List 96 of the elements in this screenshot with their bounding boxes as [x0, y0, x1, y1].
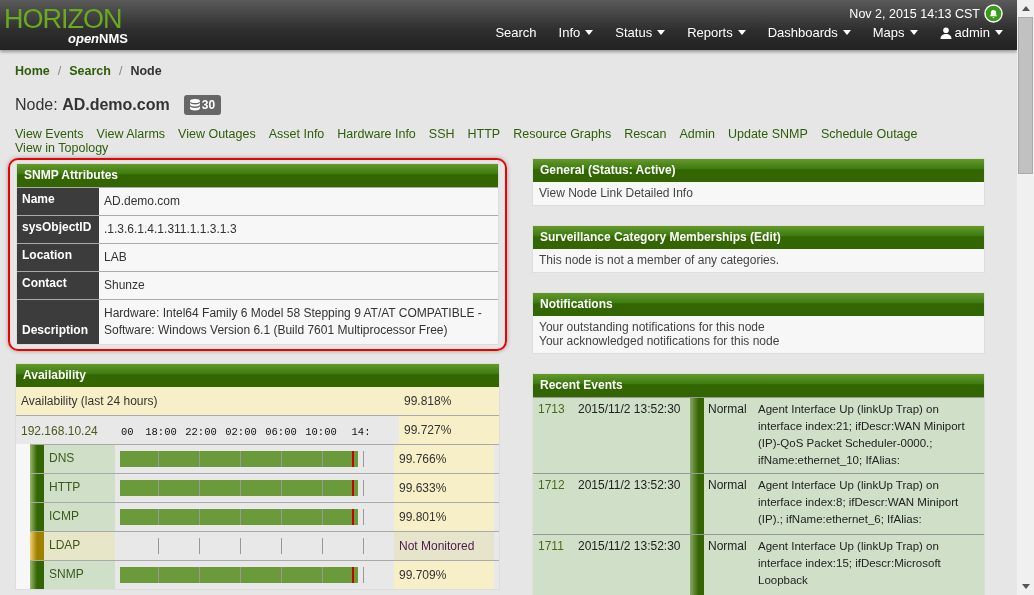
severity-stripe [690, 535, 704, 595]
node-action-link[interactable]: Admin [679, 127, 715, 141]
bell-icon[interactable] [984, 4, 1003, 23]
node-action-link[interactable]: SSH [428, 127, 455, 141]
caret-icon [995, 30, 1003, 35]
table-cell: 99.727% [399, 416, 499, 444]
caret-icon [737, 30, 746, 35]
severity-stripe [690, 474, 704, 534]
nav-menu-item[interactable]: Dashboards [745, 25, 851, 40]
current-page-label: Node [130, 64, 162, 78]
event-severity: Normal [707, 401, 748, 418]
notifications-link[interactable]: Your acknowledged notifications for this node [539, 334, 978, 348]
resource-count-badge[interactable]: 30 [183, 95, 222, 115]
node-action-link[interactable]: HTTP [467, 127, 501, 141]
interface-link[interactable]: 192.168.10.24 [16, 416, 119, 444]
service-link[interactable]: LDAP [44, 532, 115, 560]
table-cell: 99.801% [394, 503, 494, 531]
nav-menu-item[interactable]: admin [917, 25, 1003, 40]
scrollbar-thumb[interactable] [1018, 17, 1033, 174]
time-tick-label: 00 [120, 426, 135, 440]
attribute-label: Description [17, 300, 99, 344]
event-severity: Normal [707, 538, 748, 555]
notifications-link[interactable]: Your outstanding notifications for this node [539, 320, 978, 334]
event-time: 2015/11/2 13:52:30 [578, 538, 682, 555]
attribute-label: Contact [17, 272, 99, 299]
horizon-opennms-logo[interactable]: HORIZON openNMS [4, 0, 128, 50]
nav-menu-item[interactable]: Info [536, 25, 594, 40]
attribute-label: sysObjectID [17, 216, 99, 243]
user-icon [939, 26, 952, 39]
time-tick-label: 06:00 [264, 426, 298, 440]
detail-link[interactable]: View Node Link Detailed Info [539, 186, 693, 200]
table-cell: Not Monitored [394, 532, 494, 560]
attribute-value: Hardware: Intel64 Family 6 Model 58 Stepping 9 AT/AT COMPATIBLE - Software: Windows Version 6.1 (Build 7601 Multiprocessor Free) [103, 305, 483, 339]
node-action-link[interactable]: Resource Graphs [513, 127, 612, 141]
event-message: Agent Interface Up (linkUp Trap) on interface index:21; ifDescr:WAN Miniport (IP)-QoS Packet Scheduler-0000.; ifName:ethernet_10; IfAlias: [758, 402, 966, 468]
nav-menu-item[interactable]: Status [593, 25, 666, 40]
breadcrumb-link[interactable]: Home [15, 64, 50, 78]
scroll-up-arrow-icon[interactable] [1021, 6, 1030, 11]
node-action-link[interactable]: View Outages [178, 127, 256, 141]
event-id-link[interactable]: 1712 [533, 474, 578, 534]
panel-header: General (Status: Active) [533, 159, 984, 182]
scroll-down-arrow-icon[interactable] [1021, 584, 1030, 589]
event-message: Agent Interface Up (linkUp Trap) on interface index:15; ifDescr:Microsoft Loopback [758, 539, 942, 588]
panel-header: SNMP Attributes [17, 164, 498, 187]
attribute-label: Name [17, 188, 99, 215]
attribute-value: LAB [103, 249, 128, 266]
node-action-link[interactable]: Rescan [624, 127, 667, 141]
table-cell: 99.633% [394, 474, 494, 502]
time-tick-label: 14: [350, 426, 372, 440]
time-tick-label: 18:00 [144, 426, 178, 440]
time-tick-label: 22:00 [184, 426, 218, 440]
date-time: Nov 2, 2015 14:13 CST [849, 6, 980, 21]
node-action-link[interactable]: View Events [15, 127, 84, 141]
node-action-link[interactable]: View in Topology [15, 141, 109, 155]
time-tick-label: 10:00 [304, 426, 338, 440]
attribute-value: AD.demo.com [103, 193, 182, 210]
panel-header: Availability [16, 364, 499, 387]
category-text: This node is not a member of any categories. [539, 253, 780, 267]
event-time: 2015/11/2 13:52:30 [578, 477, 682, 494]
node-action-link[interactable]: Update SNMP [727, 127, 808, 141]
event-severity: Normal [707, 477, 748, 494]
event-id-link[interactable]: 1713 [533, 398, 578, 473]
panel-header: Notifications [533, 293, 984, 316]
nav-menu-item[interactable]: Reports [665, 25, 746, 40]
nav-menu-item[interactable]: Search [473, 25, 537, 40]
table-cell: 99.766% [394, 445, 494, 473]
caret-icon [909, 30, 918, 35]
table-cell-text: Availability (last 24 hours) [20, 394, 159, 408]
caret-icon [657, 30, 666, 35]
node-action-link[interactable]: Schedule Outage [820, 127, 918, 141]
database-icon [189, 99, 200, 111]
attribute-value: .1.3.6.1.4.1.311.1.1.3.1.3 [103, 221, 238, 238]
node-action-link[interactable]: Hardware Info [337, 127, 416, 141]
caret-icon [585, 30, 594, 35]
nav-menu-item[interactable]: Maps [850, 25, 918, 40]
node-action-link[interactable]: View Alarms [96, 127, 166, 141]
time-tick-label: 02:00 [224, 426, 258, 440]
service-link[interactable]: SNMP [44, 561, 115, 589]
node-title: Node: AD.demo.com [15, 96, 170, 114]
event-time: 2015/11/2 13:52:30 [578, 401, 682, 418]
caret-icon [842, 30, 851, 35]
service-link[interactable]: ICMP [44, 503, 115, 531]
service-link[interactable]: DNS [44, 445, 115, 473]
node-action-link[interactable]: Asset Info [268, 127, 325, 141]
event-id-link[interactable]: 1711 [533, 535, 578, 595]
panel-header: Recent Events [533, 374, 984, 397]
attribute-label: Location [17, 244, 99, 271]
attribute-value: Shunze [103, 277, 146, 294]
panel-header: Surveillance Category Memberships (Edit) [533, 226, 984, 249]
table-cell: 99.709% [394, 561, 494, 589]
service-link[interactable]: HTTP [44, 474, 115, 502]
breadcrumb-separator: / [57, 64, 62, 78]
breadcrumb-separator: / [118, 64, 123, 78]
breadcrumb-link[interactable]: Search [69, 64, 111, 78]
scrollbar[interactable] [1017, 0, 1034, 595]
event-message: Agent Interface Up (linkUp Trap) on interface index:8; ifDescr:WAN Miniport (IP).; ifName:ethernet_6; IfAlias: [758, 478, 960, 527]
